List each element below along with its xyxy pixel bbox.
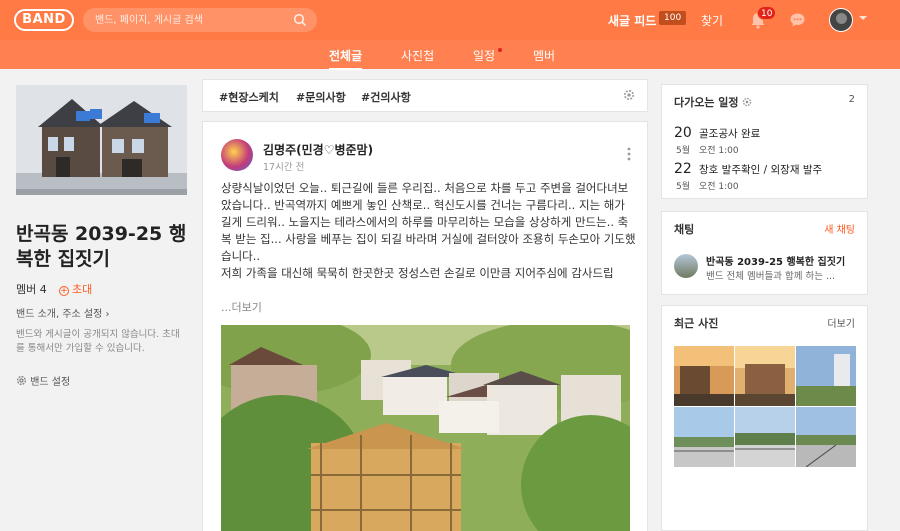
more-options-icon[interactable] xyxy=(627,147,631,164)
recent-photo-thumbnail[interactable] xyxy=(796,346,856,406)
user-avatar[interactable] xyxy=(829,8,853,32)
chat-bubble-icon[interactable] xyxy=(789,12,806,31)
schedule-title: 다가오는 일정 xyxy=(674,94,752,110)
band-tab-bar: 전체글 사진첩 일정 멤버 xyxy=(0,40,900,70)
schedule-month: 5월 xyxy=(676,182,691,192)
search-input[interactable] xyxy=(95,12,285,28)
recent-photo-thumbnail[interactable] xyxy=(674,407,734,467)
recent-photo-thumbnail[interactable] xyxy=(735,346,795,406)
tab-schedule[interactable]: 일정 xyxy=(473,47,495,64)
find-link[interactable]: 찾기 xyxy=(701,12,723,29)
post-body: 상량식날이었던 오늘.. 퇴근길에 들른 우리집.. 처음으로 차를 두고 주변… xyxy=(221,181,636,280)
post-author[interactable]: 김명주(민경♡병준맘) xyxy=(263,141,373,158)
read-more-link[interactable]: ...더보기 xyxy=(221,299,262,315)
band-cover-image[interactable] xyxy=(16,85,187,195)
new-feed-link[interactable]: 새글 피드 xyxy=(608,12,656,29)
chat-title: 채팅 xyxy=(674,223,695,236)
schedule-month: 5월 xyxy=(676,146,691,156)
tab-members[interactable]: 멤버 xyxy=(533,47,555,64)
post-time: 17시간 전 xyxy=(263,162,305,173)
chevron-down-icon[interactable] xyxy=(859,16,867,20)
recent-photo-thumbnail[interactable] xyxy=(796,407,856,467)
hashtag-chip[interactable]: #건의사항 xyxy=(361,89,411,105)
recent-photos-title: 최근 사진 xyxy=(674,317,719,330)
chat-room-name[interactable]: 반곡동 2039-25 행복한 집짓기 xyxy=(706,253,845,268)
recent-photos-card: 최근 사진 더보기 xyxy=(661,305,868,531)
band-title: 반곡동 2039-25 행복한 집짓기 xyxy=(16,223,187,270)
invite-label: 초대 xyxy=(72,283,93,296)
band-intro-link[interactable]: 밴드 소개, 주소 설정 › xyxy=(16,305,110,320)
schedule-day: 20 xyxy=(674,125,692,141)
gear-icon[interactable] xyxy=(742,96,752,109)
tab-all-posts[interactable]: 전체글 xyxy=(329,47,363,70)
post-photo[interactable] xyxy=(221,325,630,531)
settings-label: 밴드 설정 xyxy=(30,377,71,388)
upcoming-schedule-card: 다가오는 일정 2 20 5월 골조공사 완료 오전 1:00 22 5월 창호… xyxy=(661,84,868,199)
schedule-item-title[interactable]: 골조공사 완료 xyxy=(699,126,760,141)
band-logo[interactable]: BAND xyxy=(14,9,74,31)
new-chat-link[interactable]: 새 채팅 xyxy=(824,221,855,236)
schedule-new-dot xyxy=(498,48,502,52)
schedule-item-time: 오전 1:00 xyxy=(699,182,739,192)
gear-icon[interactable] xyxy=(623,89,635,104)
hashtag-chip[interactable]: #현장스케치 xyxy=(219,89,279,105)
top-bar: BAND 새글 피드 100 찾기 10 xyxy=(0,0,900,40)
plus-icon: + xyxy=(59,286,69,296)
chat-room-description: 밴드 전체 멤버들과 함께 하는 ... xyxy=(706,271,836,282)
band-settings-link[interactable]: 밴드 설정 xyxy=(16,373,70,388)
member-count-link[interactable]: 멤버 4 xyxy=(16,281,47,297)
new-feed-count-badge: 100 xyxy=(659,11,687,25)
schedule-item-title[interactable]: 창호 발주확인 / 외장재 발주 xyxy=(699,162,822,177)
chat-card: 채팅 새 채팅 반곡동 2039-25 행복한 집짓기 밴드 전체 멤버들과 함… xyxy=(661,211,868,295)
author-avatar[interactable] xyxy=(221,139,253,171)
invite-button[interactable]: + 초대 xyxy=(59,281,92,297)
schedule-day: 22 xyxy=(674,161,692,177)
schedule-count: 2 xyxy=(848,94,855,105)
search-icon[interactable] xyxy=(293,13,307,30)
privacy-note: 밴드와 게시글이 공개되지 않습니다. 초대를 통해서만 가입할 수 있습니다. xyxy=(16,329,180,354)
recent-photo-thumbnail[interactable] xyxy=(735,407,795,467)
post-card: 김명주(민경♡병준맘) 17시간 전 상량식날이었던 오늘.. 퇴근길에 들른 … xyxy=(202,121,648,531)
gear-icon xyxy=(16,376,27,388)
chevron-right-icon: › xyxy=(102,309,110,320)
tab-photos[interactable]: 사진첩 xyxy=(401,47,434,64)
intro-label: 밴드 소개, 주소 설정 xyxy=(16,309,103,320)
notification-count-badge: 10 xyxy=(757,6,777,20)
hashtag-bar: #현장스케치 #문의사항 #건의사항 xyxy=(202,79,648,112)
chat-room-thumbnail[interactable] xyxy=(674,254,698,278)
recent-photos-more-link[interactable]: 더보기 xyxy=(827,315,855,330)
search-box xyxy=(83,8,317,32)
schedule-title-label: 다가오는 일정 xyxy=(674,96,739,109)
recent-photo-thumbnail[interactable] xyxy=(674,346,734,406)
schedule-item-time: 오전 1:00 xyxy=(699,146,739,156)
hashtag-chip[interactable]: #문의사항 xyxy=(296,89,346,105)
